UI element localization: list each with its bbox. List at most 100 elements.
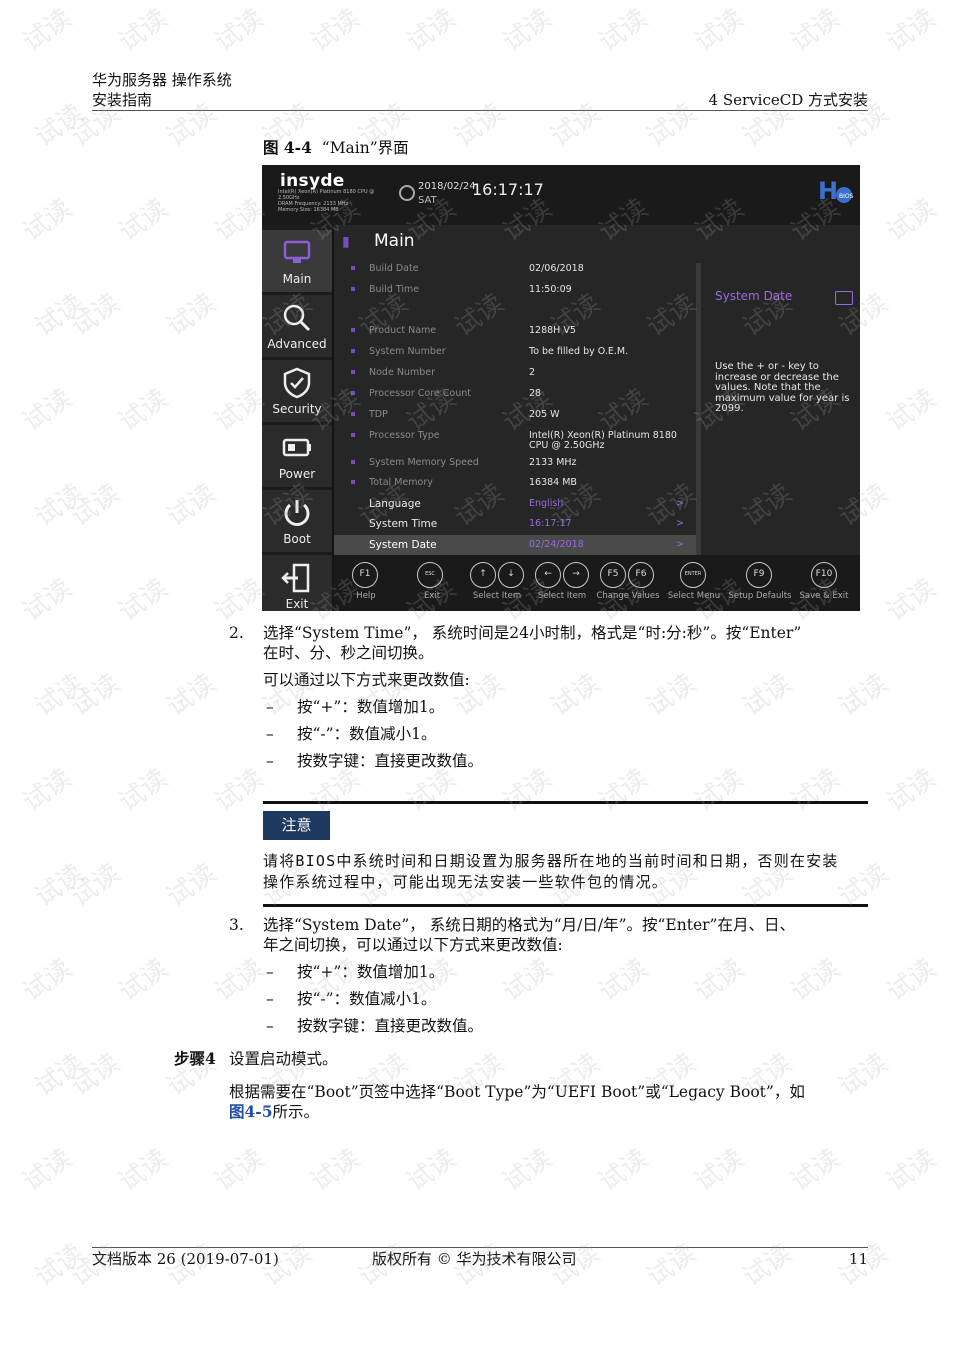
page-number: 11: [848, 1250, 868, 1268]
panel-divider: [696, 263, 701, 555]
watermark: 试读: [65, 478, 126, 533]
watermark: 试读: [209, 1143, 270, 1198]
info-row: Node Number 2: [334, 363, 696, 383]
esc-key-icon[interactable]: ESC: [417, 562, 443, 588]
watermark: 试读: [785, 763, 846, 818]
nav-main[interactable]: Main: [262, 230, 332, 292]
watermark: 试读: [17, 3, 78, 58]
f1-key-icon[interactable]: F1: [352, 562, 378, 588]
watermark: 试读: [17, 953, 78, 1008]
watermark: 试读: [17, 193, 78, 248]
f5-key-icon[interactable]: F5: [600, 562, 626, 588]
fkey-label: Save & Exit: [799, 591, 849, 601]
watermark: 试读: [209, 763, 270, 818]
info-row: Build Time 11:50:09: [334, 280, 696, 300]
watermark: 试读: [161, 478, 222, 533]
system-time-setting[interactable]: System Time 16:17:17 >: [334, 514, 696, 534]
watermark: 试读: [113, 573, 174, 628]
list-item: 按“+”：数值增加1。: [297, 698, 445, 716]
doc-title: 华为服务器 操作系统: [92, 71, 232, 89]
f10-key-icon[interactable]: F10: [811, 562, 837, 588]
nav-security[interactable]: Security: [262, 360, 332, 422]
svg-text:BIOS: BIOS: [839, 193, 854, 200]
up-arrow-key-icon[interactable]: ↑: [470, 562, 496, 588]
nav-label: Main: [282, 272, 312, 286]
h2o-bios-logo-icon: H BIOS: [818, 177, 854, 205]
info-row: Processor Core Count 28: [334, 384, 696, 404]
shield-icon: [283, 367, 311, 399]
nav-exit[interactable]: Exit: [262, 555, 332, 611]
watermark: 试读: [305, 1143, 366, 1198]
bios-day: SAT: [418, 195, 437, 206]
watermark: 试读: [209, 573, 270, 628]
watermark: 试读: [449, 98, 510, 153]
watermark: 试读: [29, 98, 90, 153]
step4-label: 步骤4: [174, 1049, 216, 1068]
watermark: 试读: [17, 763, 78, 818]
doc-subtitle: 安装指南: [92, 91, 153, 109]
list-dash: –: [266, 725, 274, 743]
battery-icon: [282, 438, 311, 457]
system-date-setting[interactable]: System Date 02/24/2018 >: [334, 535, 696, 555]
figure-title: “Main”界面: [321, 139, 409, 157]
watermark: 试读: [161, 668, 222, 723]
list-dash: –: [266, 990, 274, 1008]
watermark: 试读: [161, 98, 222, 153]
watermark: 试读: [593, 1143, 654, 1198]
step4-line2-rest: 所示。: [272, 1103, 320, 1121]
fkey-label: Exit: [423, 591, 441, 601]
down-arrow-key-icon[interactable]: ↓: [498, 562, 524, 588]
watermark: 试读: [833, 668, 894, 723]
power-icon: [284, 500, 310, 526]
svg-text:H: H: [818, 177, 838, 205]
figure-link[interactable]: 图4-5: [229, 1102, 273, 1121]
notice-badge: 注意: [263, 811, 330, 840]
step3-line1: 选择“System Date”， 系统日期的格式为“月/日/年”。按“Enter…: [263, 916, 795, 934]
f9-key-icon[interactable]: F9: [746, 562, 772, 588]
step2-line1: 选择“System Time”， 系统时间是24小时制，格式是“时:分:秒”。按…: [263, 624, 802, 642]
watermark: 试读: [305, 3, 366, 58]
nav-boot[interactable]: Boot: [262, 490, 332, 552]
watermark: 试读: [593, 763, 654, 818]
bios-screenshot: insyde Intel(R) Xeon(R) Platinum 8180 CP…: [262, 165, 860, 611]
figure-label: 图 4-4: [263, 138, 312, 157]
watermark: 试读: [209, 383, 270, 438]
step3-number: 3.: [229, 916, 244, 934]
nav-label: Advanced: [267, 337, 327, 351]
watermark: 试读: [65, 1048, 126, 1103]
language-setting[interactable]: Language English >: [334, 494, 696, 514]
watermark: 试读: [785, 3, 846, 58]
list-dash: –: [266, 752, 274, 770]
help-text: Use the + or - key to increase or decrea…: [715, 361, 850, 414]
watermark: 试读: [29, 668, 90, 723]
watermark: 试读: [689, 1143, 750, 1198]
nav-power[interactable]: Power: [262, 425, 332, 487]
enter-key-icon[interactable]: ENTER: [680, 562, 706, 588]
watermark: 试读: [785, 1143, 846, 1198]
watermark: 试读: [497, 1143, 558, 1198]
watermark: 试读: [113, 1143, 174, 1198]
watermark: 试读: [401, 3, 462, 58]
fkey-label: Select Menu: [667, 591, 721, 601]
watermark: 试读: [689, 3, 750, 58]
chapter-title: 4 ServiceCD 方式安装: [708, 91, 868, 109]
clock-icon: [399, 185, 415, 201]
right-arrow-key-icon[interactable]: →: [563, 562, 589, 588]
bios-time: 16:17:17: [472, 180, 544, 199]
watermark: 试读: [881, 193, 942, 248]
list-item: 按数字键：直接更改数值。: [297, 752, 484, 770]
list-item: 按数字键：直接更改数值。: [297, 1017, 484, 1035]
nav-advanced[interactable]: Advanced: [262, 295, 332, 357]
step2-intro: 可以通过以下方式来更改数值:: [263, 671, 470, 689]
watermark: 试读: [161, 288, 222, 343]
insyde-logo: insyde: [280, 171, 345, 191]
f6-key-icon[interactable]: F6: [628, 562, 654, 588]
watermark: 试读: [881, 383, 942, 438]
left-arrow-key-icon[interactable]: ←: [535, 562, 561, 588]
watermark: 试读: [689, 763, 750, 818]
watermark: 试读: [113, 383, 174, 438]
step4-title: 设置启动模式。: [229, 1050, 338, 1068]
doc-version: 文档版本 26 (2019-07-01): [92, 1250, 279, 1268]
info-row: Total Memory 16384 MB: [334, 473, 696, 493]
watermark: 试读: [29, 858, 90, 913]
